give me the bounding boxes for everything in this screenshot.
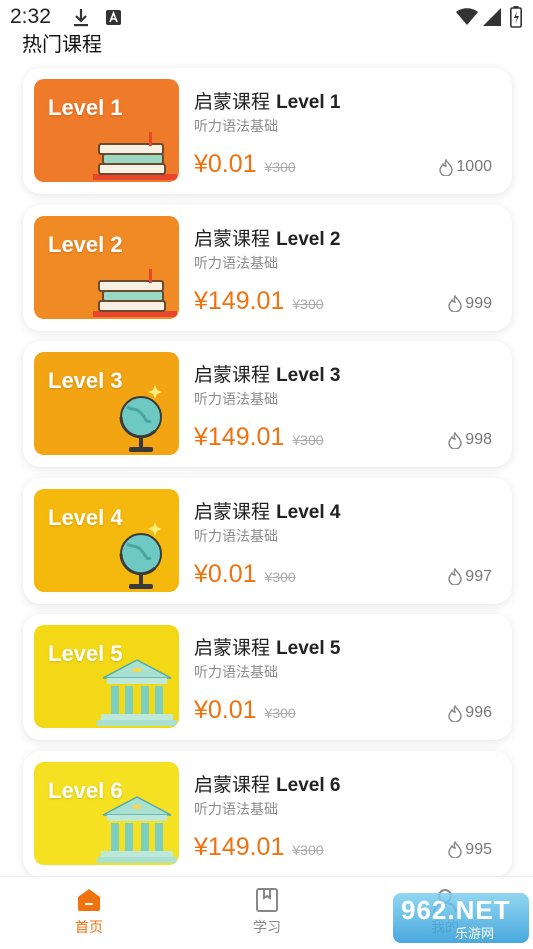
popularity-value: 995: [465, 840, 492, 858]
course-thumbnail: Level 5: [34, 625, 179, 728]
original-price: ¥300: [292, 432, 324, 448]
popularity-value: 998: [465, 431, 492, 448]
original-price: ¥300: [264, 705, 296, 721]
course-price: ¥149.01: [194, 423, 285, 451]
course-title: 启蒙课程 Level 3: [194, 360, 341, 387]
course-title-level: Level 3: [276, 365, 341, 386]
course-card[interactable]: Level 3 启蒙课程 Level 3 听力语法基础 ¥149.01 ¥300 998: [23, 341, 512, 467]
battery-charging-icon: [510, 6, 522, 28]
course-title: 启蒙课程 Level 4: [194, 497, 341, 524]
popularity-value: 999: [465, 294, 492, 312]
course-price: ¥0.01: [194, 696, 257, 724]
course-card[interactable]: Level 4 启蒙课程 Level 4 听力语法基础 ¥0.01 ¥300 997: [23, 477, 512, 604]
book-icon: [256, 888, 278, 912]
price-row: ¥149.01 ¥300: [194, 423, 324, 453]
popularity-value: 996: [465, 704, 492, 721]
popularity-value: 997: [465, 567, 492, 585]
course-title-prefix: 启蒙课程: [194, 364, 271, 386]
popularity-count: 998: [448, 431, 492, 449]
original-price: ¥300: [292, 295, 324, 312]
flame-icon: [448, 841, 462, 858]
course-title-level: Level 4: [276, 501, 341, 523]
course-price: ¥0.01: [194, 559, 257, 588]
course-title: 启蒙课程 Level 5: [194, 633, 341, 660]
course-title-level: Level 6: [276, 774, 341, 796]
course-price: ¥149.01: [194, 286, 285, 315]
watermark-text: 962.NET: [401, 895, 511, 925]
course-title-prefix: 启蒙课程: [194, 91, 271, 113]
course-card[interactable]: Level 1 启蒙课程 Level 1 听力语法基础 ¥0.01 ¥300 1000: [23, 68, 512, 194]
price-row: ¥149.01 ¥300: [194, 833, 324, 863]
popularity-count: 1000: [439, 158, 492, 176]
course-card[interactable]: Level 5 启蒙课程 Level 5 听力语法基础 ¥0.01 ¥300 996: [23, 614, 512, 740]
course-title-prefix: 启蒙课程: [194, 227, 271, 250]
flame-icon: [439, 158, 454, 176]
download-icon: [74, 9, 88, 27]
course-subtitle: 听力语法基础: [194, 119, 278, 135]
course-subtitle: 听力语法基础: [194, 528, 278, 545]
tab-study[interactable]: 学习: [222, 887, 312, 937]
popularity-count: 996: [448, 704, 492, 722]
building-icon: [97, 659, 177, 726]
course-thumbnail: Level 1: [34, 79, 179, 182]
status-time: 2:32: [10, 5, 51, 28]
course-title-level: Level 5: [276, 638, 341, 659]
course-thumbnail: Level 2: [34, 215, 179, 319]
price-row: ¥0.01 ¥300: [194, 696, 296, 726]
course-title: 启蒙课程 Level 2: [194, 224, 341, 251]
tab-study-label: 学习: [253, 920, 281, 936]
course-title: 启蒙课程 Level 6: [194, 770, 341, 797]
popularity-value: 1000: [456, 158, 492, 175]
popularity-count: 995: [448, 841, 492, 859]
original-price: ¥300: [264, 568, 296, 585]
course-price: ¥149.01: [194, 832, 285, 861]
course-title-prefix: 启蒙课程: [194, 773, 271, 796]
books-icon: [93, 132, 177, 180]
thumbnail-level-label: Level 2: [48, 231, 123, 257]
popularity-count: 997: [448, 568, 492, 586]
building-icon: [97, 795, 177, 863]
flame-icon: [448, 704, 462, 722]
course-card[interactable]: Level 6 启蒙课程 Level 6 听力语法基础 ¥149.01 ¥300 995: [23, 750, 512, 877]
flame-icon: [448, 431, 462, 449]
course-title-level: Level 1: [276, 92, 341, 113]
course-thumbnail: Level 3: [34, 352, 179, 455]
popularity-count: 999: [448, 295, 492, 313]
course-subtitle: 听力语法基础: [194, 392, 278, 408]
globe-icon: [119, 521, 162, 589]
course-card[interactable]: Level 2 启蒙课程 Level 2 听力语法基础 ¥149.01 ¥300 999: [23, 204, 512, 331]
font-icon: [106, 10, 121, 25]
tab-home[interactable]: 首页: [44, 887, 134, 937]
course-subtitle: 听力语法基础: [194, 665, 278, 681]
watermark-subtext: 乐游网: [455, 927, 495, 942]
flame-icon: [448, 295, 462, 312]
home-icon: [78, 889, 100, 911]
wifi-icon: [456, 8, 478, 25]
price-row: ¥0.01 ¥300: [194, 560, 296, 590]
course-title: 启蒙课程 Level 1: [194, 87, 341, 114]
course-title-level: Level 2: [276, 228, 341, 250]
course-subtitle: 听力语法基础: [194, 801, 278, 818]
original-price: ¥300: [264, 159, 296, 175]
watermark-logo: 962.NET 乐游网: [393, 893, 529, 943]
tab-home-label: 首页: [75, 920, 103, 936]
section-title: 热门课程: [22, 32, 102, 56]
books-icon: [93, 268, 177, 317]
course-subtitle: 听力语法基础: [194, 255, 278, 272]
price-row: ¥149.01 ¥300: [194, 287, 324, 317]
signal-icon: [483, 8, 501, 26]
course-title-prefix: 启蒙课程: [194, 500, 271, 523]
course-thumbnail: Level 6: [34, 761, 179, 865]
price-row: ¥0.01 ¥300: [194, 150, 296, 180]
original-price: ¥300: [292, 841, 324, 858]
thumbnail-level-label: Level 1: [48, 95, 123, 120]
course-price: ¥0.01: [194, 150, 257, 178]
course-thumbnail: Level 4: [34, 488, 179, 592]
course-title-prefix: 启蒙课程: [194, 637, 271, 659]
flame-icon: [448, 568, 462, 585]
globe-icon: [119, 385, 162, 452]
